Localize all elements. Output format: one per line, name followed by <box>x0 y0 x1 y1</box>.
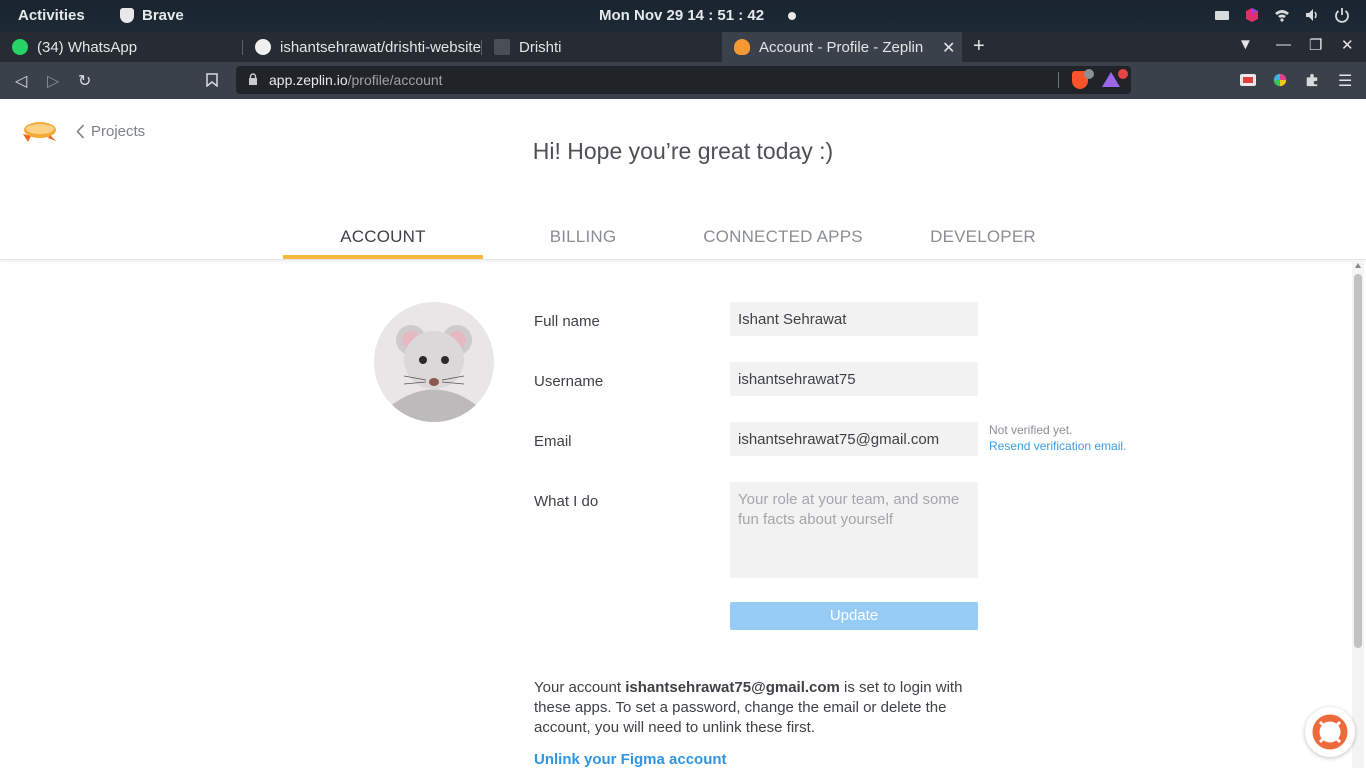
notification-dot-icon <box>788 12 796 20</box>
app-name: Brave <box>142 7 184 24</box>
address-bar[interactable]: app.zeplin.io/profile/account <box>236 66 1131 94</box>
forward-icon[interactable]: ▷ <box>47 71 59 91</box>
tab-label: (34) WhatsApp <box>37 38 138 56</box>
scrollbar-thumb[interactable] <box>1354 274 1362 648</box>
email-status-text: Not verified yet. <box>989 423 1073 437</box>
avatar[interactable] <box>374 302 494 422</box>
info-email: ishantsehrawat75@gmail.com <box>625 679 840 696</box>
unlink-figma-link[interactable]: Unlink your Figma account <box>534 751 727 768</box>
page-greeting: Hi! Hope you’re great today :) <box>532 138 834 164</box>
extensions-puzzle-icon[interactable] <box>1304 73 1320 87</box>
tab-drishti[interactable]: Drishti <box>482 32 722 62</box>
lifebuoy-icon <box>1312 714 1348 750</box>
zeplin-profile-page: Projects Hi! Hope you’re great today :) … <box>0 100 1366 768</box>
chevron-left-icon <box>76 124 85 139</box>
rewards-badge <box>1118 69 1128 79</box>
maximize-icon[interactable]: ❐ <box>1309 36 1322 54</box>
brave-icon <box>120 8 134 23</box>
tab-account[interactable]: ACCOUNT <box>283 227 483 247</box>
whatsapp-icon <box>12 39 28 55</box>
tab-billing[interactable]: BILLING <box>483 227 683 247</box>
info-prefix: Your account <box>534 679 626 696</box>
tab-whatsapp[interactable]: (34) WhatsApp <box>0 32 243 62</box>
window-close-icon[interactable]: ✕ <box>1341 36 1354 54</box>
resend-verification-link[interactable]: Resend verification email. <box>989 439 1126 453</box>
shields-count-badge <box>1084 69 1094 79</box>
page-scrollbar[interactable] <box>1352 260 1364 768</box>
power-icon[interactable] <box>1334 7 1350 23</box>
url-text: app.zeplin.io/profile/account <box>269 72 443 88</box>
volume-icon[interactable] <box>1304 7 1320 23</box>
email-field[interactable]: ishantsehrawat75@gmail.com <box>730 422 978 456</box>
full-name-field[interactable]: Ishant Sehrawat <box>730 302 978 336</box>
lock-icon <box>249 73 257 85</box>
username-field[interactable]: ishantsehrawat75 <box>730 362 978 396</box>
url-host: app.zeplin.io <box>269 72 348 88</box>
profile-tabs: ACCOUNT BILLING CONNECTED APPS DEVELOPER <box>0 222 1366 260</box>
tab-developer[interactable]: DEVELOPER <box>883 227 1083 247</box>
browser-tab-strip: (34) WhatsApp ishantsehrawat/drishti-web… <box>0 32 1366 62</box>
system-tray[interactable] <box>1214 7 1350 23</box>
system-top-bar: Activities Brave Mon Nov 29 14 : 51 : 42 <box>0 0 1366 32</box>
tab-search-icon[interactable]: ▼ <box>1238 36 1253 53</box>
github-icon <box>255 39 271 55</box>
browser-menu-icon[interactable]: ☰ <box>1338 71 1352 91</box>
tab-label: ishantsehrawat/drishti-website <box>280 38 481 56</box>
active-tab-indicator <box>283 255 483 259</box>
help-button[interactable] <box>1305 707 1355 757</box>
url-path: /profile/account <box>347 72 443 88</box>
clock[interactable]: Mon Nov 29 14 : 51 : 42 <box>599 7 764 24</box>
full-name-label: Full name <box>534 313 600 330</box>
what-i-do-label: What I do <box>534 493 599 510</box>
new-tab-icon[interactable]: + <box>973 35 985 58</box>
colorful-extension-icon[interactable] <box>1244 7 1260 23</box>
screen-icon[interactable] <box>1214 7 1230 23</box>
minimize-icon[interactable]: — <box>1276 36 1291 53</box>
wifi-icon[interactable] <box>1274 7 1290 23</box>
close-tab-icon[interactable]: ✕ <box>942 38 955 58</box>
tab-label: Account - Profile - Zeplin <box>759 38 924 56</box>
linked-apps-info: Your account ishantsehrawat75@gmail.com … <box>534 678 964 738</box>
reload-icon[interactable]: ↻ <box>78 71 91 91</box>
mouse-avatar-icon <box>389 325 479 422</box>
page-icon <box>494 39 510 55</box>
tab-github[interactable]: ishantsehrawat/drishti-website <box>243 32 482 62</box>
username-label: Username <box>534 373 604 390</box>
tab-label: Drishti <box>519 38 562 56</box>
bookmark-icon[interactable] <box>206 73 218 87</box>
scroll-up-icon[interactable] <box>1355 263 1361 268</box>
update-button[interactable]: Update <box>730 602 978 630</box>
what-i-do-textarea[interactable]: Your role at your team, and some fun fac… <box>730 482 978 578</box>
app-menu[interactable]: Brave <box>120 7 184 24</box>
activities-button[interactable]: Activities <box>18 7 85 24</box>
zeplin-icon <box>734 39 750 55</box>
color-picker-icon[interactable] <box>1272 73 1288 87</box>
tab-connected-apps[interactable]: CONNECTED APPS <box>683 227 883 247</box>
back-icon[interactable]: ◁ <box>15 71 27 91</box>
extension-red-icon[interactable] <box>1240 73 1256 87</box>
email-label: Email <box>534 433 572 450</box>
tab-zeplin[interactable]: Account - Profile - Zeplin <box>722 32 962 62</box>
